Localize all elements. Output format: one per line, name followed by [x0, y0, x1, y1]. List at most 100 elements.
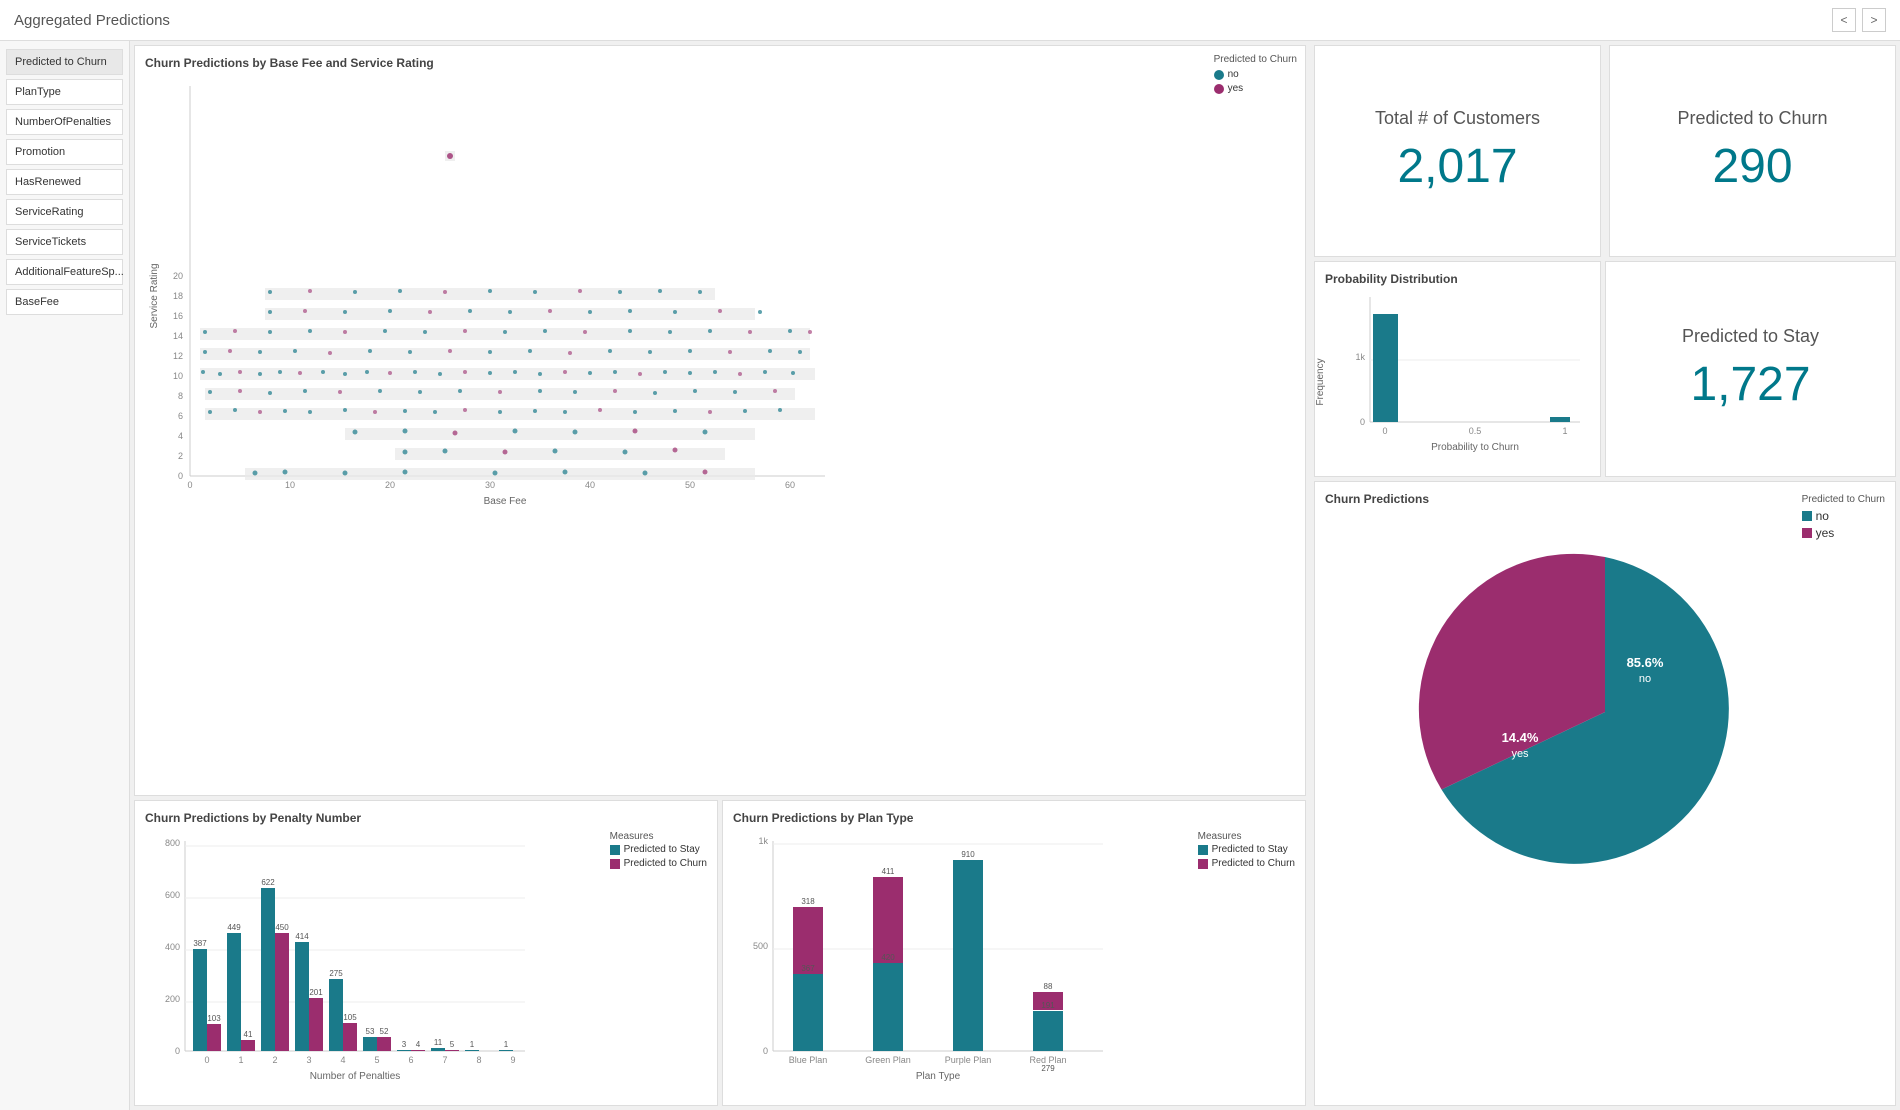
penalty-bar-5-stay	[363, 1037, 377, 1051]
scatter-title: Churn Predictions by Base Fee and Servic…	[145, 56, 1295, 70]
scatter-dot	[798, 350, 802, 354]
penalty-bar-6-churn	[411, 1050, 425, 1051]
scatter-dot	[228, 349, 232, 353]
scatter-dot	[463, 329, 467, 333]
prob-bar-1	[1550, 417, 1570, 422]
svg-text:11: 11	[434, 1038, 443, 1047]
scatter-dot	[573, 430, 578, 435]
total-customers-label: Total # of Customers	[1375, 108, 1540, 129]
penalty-bar-8-stay	[465, 1050, 479, 1051]
svg-text:53: 53	[366, 1027, 375, 1036]
pie-label-yes-pct: 14.4%	[1502, 730, 1539, 745]
scatter-dot	[513, 429, 518, 434]
plantype-bar-red-stay	[1033, 1011, 1063, 1051]
sidebar-item-numberofpenalties[interactable]: NumberOfPenalties	[6, 109, 123, 135]
scatter-dot	[648, 350, 652, 354]
scatter-dot	[418, 390, 422, 394]
scatter-dot	[598, 408, 602, 412]
penalty-legend-churn-label: Predicted to Churn	[624, 858, 707, 869]
sidebar-item-basefee[interactable]: BaseFee	[6, 289, 123, 315]
svg-text:600: 600	[165, 890, 180, 900]
svg-text:318: 318	[801, 897, 815, 906]
pie-yes-rect	[1802, 528, 1812, 538]
sidebar-item-servicetickets[interactable]: ServiceTickets	[6, 229, 123, 255]
scatter-dot	[688, 349, 692, 353]
scatter-dot	[268, 290, 272, 294]
sidebar-item-additionalfeaturesp[interactable]: AdditionalFeatureSp...	[6, 259, 123, 285]
svg-text:400: 400	[165, 942, 180, 952]
svg-text:40: 40	[585, 480, 595, 490]
predicted-churn-box: Predicted to Churn 290	[1609, 45, 1896, 257]
svg-text:0: 0	[178, 471, 183, 481]
penalty-legend-stay: Predicted to Stay	[610, 844, 707, 855]
scatter-dot	[208, 390, 212, 394]
scatter-dot	[693, 389, 697, 393]
penalty-bar-2-stay	[261, 888, 275, 1051]
predicted-churn-value: 290	[1712, 139, 1792, 194]
right-top-row: Total # of Customers 2,017 Predicted to …	[1310, 41, 1900, 261]
scatter-dot	[628, 329, 632, 333]
svg-text:Blue Plan: Blue Plan	[789, 1055, 828, 1065]
svg-text:4: 4	[178, 431, 183, 441]
scatter-dot	[498, 390, 502, 394]
scatter-dot	[448, 349, 452, 353]
sidebar-item-predicted-to-churn[interactable]: Predicted to Churn	[6, 49, 123, 75]
predicted-churn-label: Predicted to Churn	[1677, 108, 1827, 129]
scatter-dot	[728, 350, 732, 354]
predicted-stay-value: 1,727	[1690, 357, 1810, 412]
pie-chart: 85.6% no 14.4% yes	[1335, 512, 1875, 892]
sidebar-item-promotion[interactable]: Promotion	[6, 139, 123, 165]
scatter-dot	[268, 330, 272, 334]
plantype-chart: 0 500 1k 367 318 Blue Plan	[733, 831, 1113, 1091]
sidebar-item-hasrenewed[interactable]: HasRenewed	[6, 169, 123, 195]
svg-text:411: 411	[882, 867, 895, 876]
scatter-no-dot	[1214, 70, 1224, 80]
scatter-dot	[583, 330, 587, 334]
scatter-dot	[408, 350, 412, 354]
penalty-bar-3-stay	[295, 942, 309, 1051]
plantype-bar-green-stay	[873, 963, 903, 1051]
svg-text:1k: 1k	[758, 836, 768, 846]
scatter-dot	[508, 310, 512, 314]
pie-legend: Predicted to Churn no yes	[1802, 494, 1885, 543]
svg-text:4: 4	[416, 1040, 421, 1049]
svg-text:0.5: 0.5	[1469, 426, 1482, 436]
scatter-dot	[758, 310, 762, 314]
scatter-dot	[808, 330, 812, 334]
svg-text:414: 414	[295, 932, 309, 941]
scatter-dot	[633, 410, 637, 414]
scatter-dot	[203, 330, 207, 334]
svg-text:12: 12	[173, 351, 183, 361]
pie-legend-no-label: no	[1816, 509, 1829, 523]
scatter-dot	[403, 409, 407, 413]
svg-text:Red Plan: Red Plan	[1029, 1055, 1066, 1065]
nav-prev-button[interactable]: <	[1832, 8, 1856, 32]
scatter-dot	[233, 408, 237, 412]
scatter-dot	[373, 410, 377, 414]
pie-legend-title: Predicted to Churn	[1802, 494, 1885, 505]
nav-next-button[interactable]: >	[1862, 8, 1886, 32]
scatter-dot	[298, 371, 302, 375]
penalty-chart: 0 200 400 600 800 387 103	[145, 831, 535, 1091]
svg-text:4: 4	[340, 1055, 345, 1065]
svg-text:7: 7	[442, 1055, 447, 1065]
pie-no-rect	[1802, 511, 1812, 521]
scatter-dot	[568, 351, 572, 355]
sidebar-item-plantype[interactable]: PlanType	[6, 79, 123, 105]
scatter-dot	[658, 289, 662, 293]
svg-text:1: 1	[1562, 426, 1567, 436]
plantype-bar-blue-stay	[793, 974, 823, 1051]
scatter-dot	[433, 410, 437, 414]
svg-text:420: 420	[881, 953, 895, 962]
scatter-legend-yes: yes	[1214, 83, 1297, 94]
scatter-band-0	[245, 468, 755, 480]
scatter-dot	[368, 349, 372, 353]
main-layout: Predicted to Churn PlanType NumberOfPena…	[0, 41, 1900, 1110]
scatter-dot	[533, 290, 537, 294]
penalty-bar-6-stay	[397, 1050, 411, 1051]
scatter-dot	[201, 370, 205, 374]
sidebar-item-servicerating[interactable]: ServiceRating	[6, 199, 123, 225]
plantype-bar-purple-stay	[953, 860, 983, 1051]
scatter-dot	[253, 471, 258, 476]
scatter-dot	[703, 430, 708, 435]
